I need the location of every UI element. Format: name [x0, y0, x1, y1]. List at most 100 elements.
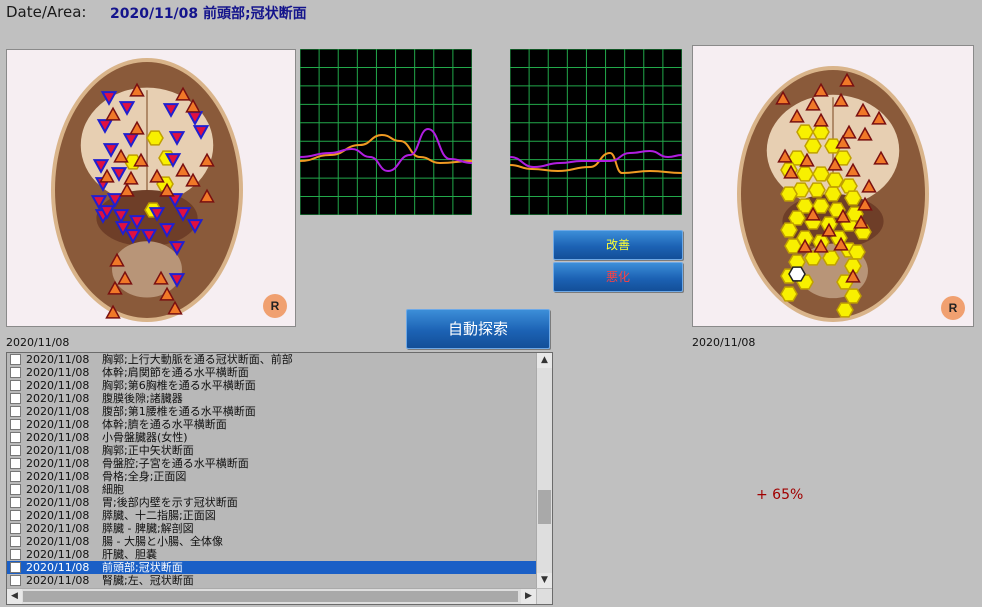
horizontal-scroll-thumb[interactable] — [23, 591, 518, 602]
left-r-badge: R — [263, 294, 287, 318]
session-list[interactable]: 2020/11/08 胸郭;上行大動脈を通る冠状断面、前部 2020/11/08 体幹… — [6, 352, 553, 605]
right-anatomy-image — [737, 66, 929, 322]
list-item-label: 腹膜後隙;諸臓器 — [102, 392, 183, 405]
list-item-label: 腸 - 大腸と小腸、全体像 — [102, 535, 223, 548]
list-item[interactable]: 2020/11/08 胸郭;正中矢状断面 — [7, 444, 536, 457]
hexagon-marker — [844, 288, 862, 304]
list-item-date: 2020/11/08 — [26, 457, 90, 470]
list-item-checkbox[interactable] — [10, 549, 21, 560]
list-item[interactable]: 2020/11/08 胸郭;上行大動脈を通る冠状断面、前部 — [7, 353, 536, 366]
left-waveform-graph — [299, 48, 473, 216]
list-item-checkbox[interactable] — [10, 536, 21, 547]
list-item[interactable]: 2020/11/08 膵臓、十二指腸;正面図 — [7, 509, 536, 522]
scroll-right-icon[interactable]: ▶ — [521, 589, 536, 604]
list-item-label: 腹部;第1腰椎を通る水平横断面 — [102, 405, 256, 418]
list-item-checkbox[interactable] — [10, 484, 21, 495]
hexagon-marker — [796, 124, 814, 140]
list-item[interactable]: 2020/11/08 胸郭;第6胸椎を通る水平横断面 — [7, 379, 536, 392]
right-r-badge: R — [941, 296, 965, 320]
list-item-checkbox[interactable] — [10, 458, 21, 469]
list-item-date: 2020/11/08 — [26, 353, 90, 366]
date-area-value: 2020/11/08 前頭部;冠状断面 — [110, 6, 307, 22]
scroll-up-icon[interactable]: ▲ — [537, 353, 552, 368]
scroll-left-icon[interactable]: ◀ — [7, 589, 22, 604]
auto-search-button[interactable]: 自動探索 — [406, 309, 550, 349]
list-item[interactable]: 2020/11/08 腹膜後隙;諸臓器 — [7, 392, 536, 405]
waveform-series-a — [509, 151, 683, 175]
list-item[interactable]: 2020/11/08 体幹;肩関節を通る水平横断面 — [7, 366, 536, 379]
hexagon-marker — [804, 138, 822, 154]
list-item-date: 2020/11/08 — [26, 444, 90, 457]
list-item-checkbox[interactable] — [10, 575, 21, 586]
list-item-checkbox[interactable] — [10, 432, 21, 443]
list-item[interactable]: 2020/11/08 前頭部;冠状断面 — [7, 561, 536, 574]
worsen-button[interactable]: 悪化 — [553, 262, 683, 292]
list-item-date: 2020/11/08 — [26, 470, 90, 483]
list-item[interactable]: 2020/11/08 細胞 — [7, 483, 536, 496]
list-item-label: 胸郭;上行大動脈を通る冠状断面、前部 — [102, 353, 293, 366]
scroll-corner — [537, 589, 552, 604]
date-area-label: Date/Area: — [6, 3, 87, 21]
list-item-date: 2020/11/08 — [26, 574, 90, 587]
list-item[interactable]: 2020/11/08 肝臓、胆嚢 — [7, 548, 536, 561]
list-item-checkbox[interactable] — [10, 523, 21, 534]
list-item[interactable]: 2020/11/08 腎臓;左、冠状断面 — [7, 574, 536, 587]
hexagon-marker — [812, 166, 830, 182]
hexagon-marker — [796, 166, 814, 182]
result-percentage: + 65% — [756, 487, 804, 503]
lower-region — [112, 241, 182, 298]
list-item[interactable]: 2020/11/08 腸 - 大腸と小腸、全体像 — [7, 535, 536, 548]
list-item-label: 胸郭;第6胸椎を通る水平横断面 — [102, 379, 256, 392]
list-item[interactable]: 2020/11/08 骨盤腔;子宮を通る水平横断面 — [7, 457, 536, 470]
list-item[interactable]: 2020/11/08 小骨盤臓器(女性) — [7, 431, 536, 444]
hexagon-marker — [146, 130, 164, 146]
list-item[interactable]: 2020/11/08 体幹;臍を通る水平横断面 — [7, 418, 536, 431]
list-item-checkbox[interactable] — [10, 419, 21, 430]
left-anatomy-panel: R — [6, 49, 296, 327]
hexagon-marker — [780, 186, 798, 202]
list-item-date: 2020/11/08 — [26, 509, 90, 522]
hexagon-marker — [822, 250, 840, 266]
list-item-checkbox[interactable] — [10, 393, 21, 404]
list-item-label: 細胞 — [102, 483, 124, 496]
list-item-checkbox[interactable] — [10, 510, 21, 521]
list-item[interactable]: 2020/11/08 胃;後部内壁を示す冠状断面 — [7, 496, 536, 509]
list-item-checkbox[interactable] — [10, 367, 21, 378]
vertical-scroll-thumb[interactable] — [538, 490, 551, 524]
list-item-date: 2020/11/08 — [26, 405, 90, 418]
hexagon-marker — [812, 198, 830, 214]
list-item-checkbox[interactable] — [10, 562, 21, 573]
list-item-checkbox[interactable] — [10, 471, 21, 482]
improve-button[interactable]: 改善 — [553, 230, 683, 260]
list-item[interactable]: 2020/11/08 骨格;全身;正面図 — [7, 470, 536, 483]
list-item-label: 腎臓;左、冠状断面 — [102, 574, 194, 587]
list-item-date: 2020/11/08 — [26, 561, 90, 574]
hexagon-marker — [826, 172, 844, 188]
list-item-checkbox[interactable] — [10, 406, 21, 417]
list-item-checkbox[interactable] — [10, 354, 21, 365]
left-date-caption: 2020/11/08 — [6, 336, 70, 349]
hexagon-marker — [780, 222, 798, 238]
list-item-checkbox[interactable] — [10, 497, 21, 508]
list-item-label: 体幹;肩関節を通る水平横断面 — [102, 366, 249, 379]
list-item[interactable]: 2020/11/08 膵臓 - 脾臓;解剖図 — [7, 522, 536, 535]
vertical-scrollbar[interactable]: ▲ ▼ — [536, 353, 552, 588]
hexagon-marker — [804, 250, 822, 266]
right-waveform-graph — [509, 48, 683, 216]
scroll-down-icon[interactable]: ▼ — [537, 573, 552, 588]
list-item-label: 前頭部;冠状断面 — [102, 561, 183, 574]
list-item-checkbox[interactable] — [10, 380, 21, 391]
hexagon-marker — [780, 286, 798, 302]
list-item[interactable]: 2020/11/08 腹部;第1腰椎を通る水平横断面 — [7, 405, 536, 418]
list-item-label: 骨格;全身;正面図 — [102, 470, 187, 483]
list-item-label: 膵臓、十二指腸;正面図 — [102, 509, 216, 522]
hexagon-marker — [848, 244, 866, 260]
list-item-date: 2020/11/08 — [26, 496, 90, 509]
hexagon-marker — [788, 266, 806, 282]
list-item-label: 膵臓 - 脾臓;解剖図 — [102, 522, 194, 535]
list-item-checkbox[interactable] — [10, 445, 21, 456]
right-anatomy-panel: R — [692, 45, 974, 327]
horizontal-scrollbar[interactable]: ◀ ▶ — [7, 588, 536, 604]
list-item-label: 小骨盤臓器(女性) — [102, 431, 188, 444]
list-item-date: 2020/11/08 — [26, 431, 90, 444]
